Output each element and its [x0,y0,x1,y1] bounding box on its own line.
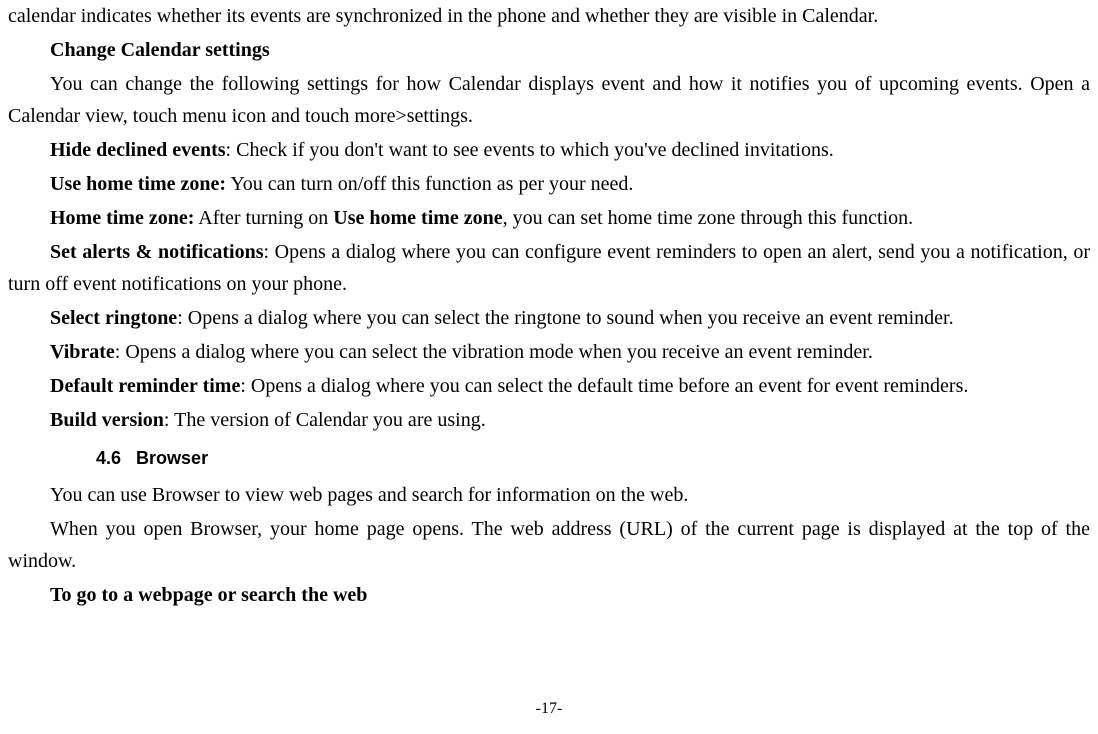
text: : The version of Calendar you are using. [164,409,486,431]
text: You can turn on/off this function as per… [226,173,633,195]
page-number: -17- [0,696,1098,722]
text: You can use Browser to view web pages an… [50,484,688,506]
paragraph-home-tz: Home time zone: After turning on Use hom… [8,202,1090,234]
paragraph-use-home-tz: Use home time zone: You can turn on/off … [8,168,1090,200]
bold-text: Set alerts & notifications [50,241,264,263]
section-heading-browser: 4.6 Browser [96,444,1090,473]
bold-text: Hide declined events [50,139,226,161]
text: When you open Browser, your home page op… [8,518,1090,572]
heading-change-calendar-settings: Change Calendar settings [8,34,1090,66]
section-number: 4.6 [96,448,121,468]
footer-text: -17- [536,700,563,717]
paragraph-vibrate: Vibrate: Opens a dialog where you can se… [8,336,1090,368]
bold-text: Default reminder time [50,375,240,397]
bold-text: Build version [50,409,164,431]
paragraph-build-version: Build version: The version of Calendar y… [8,404,1090,436]
text: : Opens a dialog where you can select th… [177,307,953,329]
bold-text: Use home time zone: [50,173,226,195]
bold-text: Vibrate [50,341,115,363]
paragraph-browser-intro: You can use Browser to view web pages an… [8,479,1090,511]
paragraph-change-settings-desc: You can change the following settings fo… [8,68,1090,132]
text: : Check if you don't want to see events … [226,139,834,161]
paragraph-set-alerts: Set alerts & notifications: Opens a dial… [8,236,1090,300]
text: After turning on [194,207,333,229]
bold-text: To go to a webpage or search the web [50,584,367,606]
bold-text: Home time zone: [50,207,194,229]
text: : Opens a dialog where you can select th… [240,375,968,397]
paragraph-default-reminder: Default reminder time: Opens a dialog wh… [8,370,1090,402]
paragraph-hide-declined: Hide declined events: Check if you don't… [8,134,1090,166]
paragraph-select-ringtone: Select ringtone: Opens a dialog where yo… [8,302,1090,334]
paragraph-calendar-sync: calendar indicates whether its events ar… [8,0,1090,32]
bold-text: Use home time zone [333,207,502,229]
text: You can change the following settings fo… [8,73,1090,127]
bold-text: Change Calendar settings [50,39,270,61]
document-content: calendar indicates whether its events ar… [8,0,1090,611]
heading-goto-webpage: To go to a webpage or search the web [8,579,1090,611]
text: : Opens a dialog where you can select th… [115,341,873,363]
bold-text: Select ringtone [50,307,177,329]
text: , you can set home time zone through thi… [503,207,913,229]
text: calendar indicates whether its events ar… [8,5,878,27]
section-title: Browser [136,448,208,468]
paragraph-browser-homepage: When you open Browser, your home page op… [8,513,1090,577]
